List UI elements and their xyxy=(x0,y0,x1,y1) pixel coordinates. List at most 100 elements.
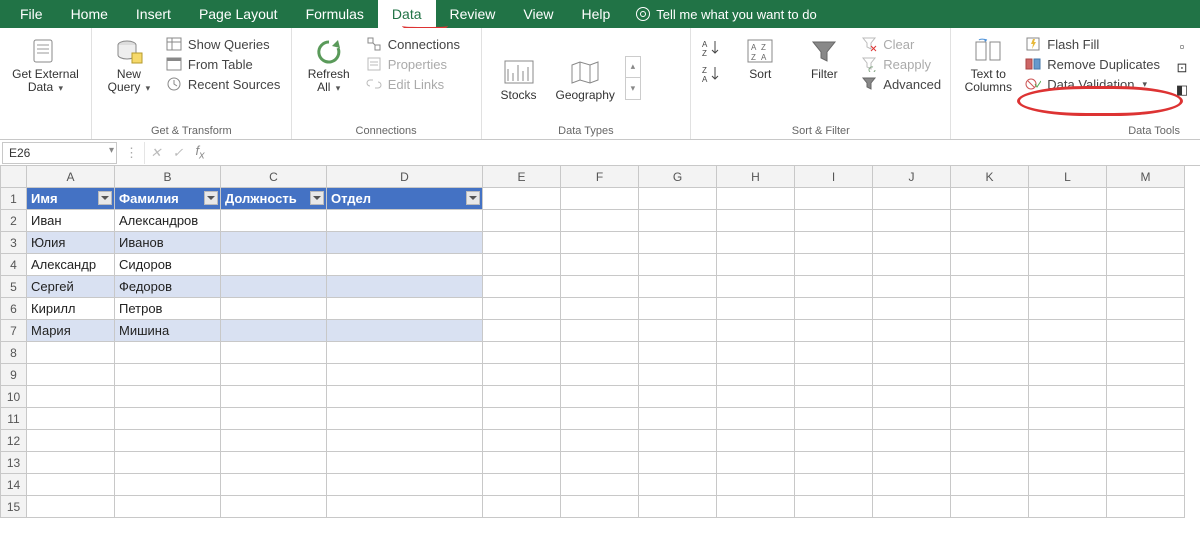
reapply-button[interactable]: Reapply xyxy=(861,56,941,72)
text-to-columns-button[interactable]: Text toColumns xyxy=(961,32,1015,94)
filter-dropdown-icon[interactable] xyxy=(310,191,324,205)
cell-D10[interactable] xyxy=(327,386,483,408)
cell-B4[interactable]: Сидоров xyxy=(115,254,221,276)
col-header-K[interactable]: K xyxy=(951,166,1029,188)
cell-F7[interactable] xyxy=(561,320,639,342)
cell-I13[interactable] xyxy=(795,452,873,474)
cell-A11[interactable] xyxy=(27,408,115,430)
cell-F15[interactable] xyxy=(561,496,639,518)
cell-J10[interactable] xyxy=(873,386,951,408)
col-header-H[interactable]: H xyxy=(717,166,795,188)
cell-L14[interactable] xyxy=(1029,474,1107,496)
cell-B5[interactable]: Федоров xyxy=(115,276,221,298)
new-query-button[interactable]: NewQuery ▾ xyxy=(102,32,156,94)
cell-B10[interactable] xyxy=(115,386,221,408)
properties-button[interactable]: Properties xyxy=(366,56,460,72)
cell-B12[interactable] xyxy=(115,430,221,452)
cell-C15[interactable] xyxy=(221,496,327,518)
cell-L6[interactable] xyxy=(1029,298,1107,320)
row-header-8[interactable]: 8 xyxy=(0,342,27,364)
cell-M10[interactable] xyxy=(1107,386,1185,408)
cell-J9[interactable] xyxy=(873,364,951,386)
cell-G3[interactable] xyxy=(639,232,717,254)
cell-G15[interactable] xyxy=(639,496,717,518)
tab-formulas[interactable]: Formulas xyxy=(292,0,378,28)
cell-F10[interactable] xyxy=(561,386,639,408)
cell-L1[interactable] xyxy=(1029,188,1107,210)
data-types-gallery-expand[interactable]: ▴ ▾ xyxy=(625,56,641,100)
cell-E7[interactable] xyxy=(483,320,561,342)
cell-A4[interactable]: Александр xyxy=(27,254,115,276)
cell-J5[interactable] xyxy=(873,276,951,298)
cell-C10[interactable] xyxy=(221,386,327,408)
cell-I15[interactable] xyxy=(795,496,873,518)
cell-A9[interactable] xyxy=(27,364,115,386)
col-header-J[interactable]: J xyxy=(873,166,951,188)
cell-F4[interactable] xyxy=(561,254,639,276)
cell-E6[interactable] xyxy=(483,298,561,320)
cell-J1[interactable] xyxy=(873,188,951,210)
cell-M11[interactable] xyxy=(1107,408,1185,430)
cell-L13[interactable] xyxy=(1029,452,1107,474)
cell-M9[interactable] xyxy=(1107,364,1185,386)
cell-J15[interactable] xyxy=(873,496,951,518)
cell-B9[interactable] xyxy=(115,364,221,386)
cell-B3[interactable]: Иванов xyxy=(115,232,221,254)
cell-K2[interactable] xyxy=(951,210,1029,232)
cell-L3[interactable] xyxy=(1029,232,1107,254)
row-header-10[interactable]: 10 xyxy=(0,386,27,408)
cell-E12[interactable] xyxy=(483,430,561,452)
col-header-A[interactable]: A xyxy=(27,166,115,188)
cell-D11[interactable] xyxy=(327,408,483,430)
cell-H11[interactable] xyxy=(717,408,795,430)
cell-F14[interactable] xyxy=(561,474,639,496)
col-header-G[interactable]: G xyxy=(639,166,717,188)
recent-sources-button[interactable]: Recent Sources xyxy=(166,76,281,92)
cell-G14[interactable] xyxy=(639,474,717,496)
sort-asc-icon[interactable]: AZ xyxy=(701,38,723,58)
cell-G1[interactable] xyxy=(639,188,717,210)
cell-F1[interactable] xyxy=(561,188,639,210)
col-header-L[interactable]: L xyxy=(1029,166,1107,188)
cell-G9[interactable] xyxy=(639,364,717,386)
cell-E3[interactable] xyxy=(483,232,561,254)
cell-K3[interactable] xyxy=(951,232,1029,254)
cell-B14[interactable] xyxy=(115,474,221,496)
cell-A6[interactable]: Кирилл xyxy=(27,298,115,320)
cell-J6[interactable] xyxy=(873,298,951,320)
cell-K10[interactable] xyxy=(951,386,1029,408)
cell-C14[interactable] xyxy=(221,474,327,496)
cell-A8[interactable] xyxy=(27,342,115,364)
cell-J4[interactable] xyxy=(873,254,951,276)
cell-G13[interactable] xyxy=(639,452,717,474)
cell-D9[interactable] xyxy=(327,364,483,386)
cell-A5[interactable]: Сергей xyxy=(27,276,115,298)
cell-G6[interactable] xyxy=(639,298,717,320)
cell-B6[interactable]: Петров xyxy=(115,298,221,320)
cell-A14[interactable] xyxy=(27,474,115,496)
cell-H13[interactable] xyxy=(717,452,795,474)
cell-B7[interactable]: Мишина xyxy=(115,320,221,342)
cell-M2[interactable] xyxy=(1107,210,1185,232)
tab-data[interactable]: Data xyxy=(378,0,436,28)
cell-C8[interactable] xyxy=(221,342,327,364)
tab-home[interactable]: Home xyxy=(57,0,122,28)
cell-H1[interactable] xyxy=(717,188,795,210)
cell-L9[interactable] xyxy=(1029,364,1107,386)
tab-file[interactable]: File xyxy=(6,0,57,28)
cell-C7[interactable] xyxy=(221,320,327,342)
cell-A7[interactable]: Мария xyxy=(27,320,115,342)
row-header-12[interactable]: 12 xyxy=(0,430,27,452)
tab-page-layout[interactable]: Page Layout xyxy=(185,0,292,28)
cell-H3[interactable] xyxy=(717,232,795,254)
cell-L8[interactable] xyxy=(1029,342,1107,364)
cell-E9[interactable] xyxy=(483,364,561,386)
filter-button[interactable]: Filter xyxy=(797,32,851,81)
cell-K13[interactable] xyxy=(951,452,1029,474)
cell-D4[interactable] xyxy=(327,254,483,276)
cell-H14[interactable] xyxy=(717,474,795,496)
cell-I9[interactable] xyxy=(795,364,873,386)
cell-D15[interactable] xyxy=(327,496,483,518)
stocks-button[interactable]: Stocks xyxy=(492,53,546,102)
cell-I11[interactable] xyxy=(795,408,873,430)
